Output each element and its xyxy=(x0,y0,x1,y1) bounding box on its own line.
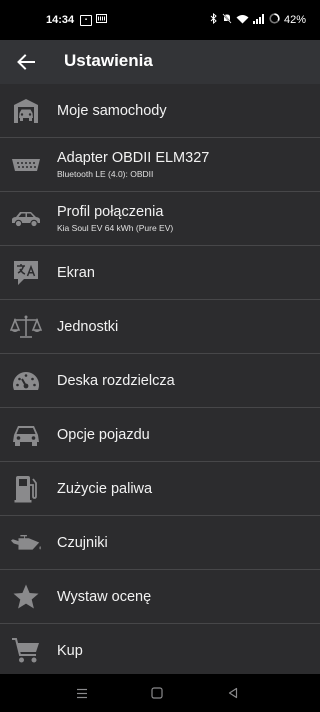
status-time: 14:34 xyxy=(46,14,75,26)
back-button[interactable] xyxy=(12,48,40,76)
settings-list: Moje samochody Adapter OBDII ELM327 Blue… xyxy=(0,84,320,678)
speedometer-icon xyxy=(10,365,42,397)
wifi-icon xyxy=(236,14,249,27)
settings-item-fuel-consumption[interactable]: Zużycie paliwa xyxy=(0,462,320,516)
obd-connector-icon xyxy=(10,149,42,181)
settings-item-vehicle-options[interactable]: Opcje pojazdu xyxy=(0,408,320,462)
settings-item-sensors[interactable]: Czujniki xyxy=(0,516,320,570)
settings-item-label: Moje samochody xyxy=(57,102,167,119)
cart-icon xyxy=(10,635,42,667)
settings-item-my-cars[interactable]: Moje samochody xyxy=(0,84,320,138)
bluetooth-icon xyxy=(210,12,218,27)
fuel-pump-icon xyxy=(10,473,42,505)
garage-icon xyxy=(10,95,42,127)
car-side-icon xyxy=(10,203,42,235)
settings-item-connection-profile[interactable]: Profil połączenia Kia Soul EV 64 kWh (Pu… xyxy=(0,192,320,246)
page-title: Ustawienia xyxy=(64,51,153,70)
settings-item-label: Czujniki xyxy=(57,534,108,551)
settings-item-label: Jednostki xyxy=(57,318,119,335)
star-icon xyxy=(10,581,42,613)
status-system-icons: 42% xyxy=(210,12,306,27)
settings-item-subtitle: Bluetooth LE (4.0): OBDII xyxy=(57,169,154,179)
settings-item-obd-adapter[interactable]: Adapter OBDII ELM327 Bluetooth LE (4.0):… xyxy=(0,138,320,192)
triangle-left-icon xyxy=(228,687,238,699)
settings-item-dashboard[interactable]: Deska rozdzielcza xyxy=(0,354,320,408)
translate-icon xyxy=(10,257,42,289)
settings-item-label: Wystaw ocenę xyxy=(57,588,152,605)
car-front-icon xyxy=(10,419,42,451)
settings-item-label: Adapter OBDII ELM327 xyxy=(57,150,210,166)
recent-apps-button[interactable] xyxy=(74,685,90,701)
mute-icon xyxy=(222,13,232,27)
settings-item-rate[interactable]: Wystaw ocenę xyxy=(0,570,320,624)
settings-item-label: Profil połączenia xyxy=(57,204,164,220)
sim-icon: ▪ xyxy=(80,14,92,26)
signal-icon xyxy=(252,13,265,27)
oil-can-icon xyxy=(10,527,42,559)
settings-item-label: Ekran xyxy=(57,264,95,281)
settings-item-subtitle: Kia Soul EV 64 kWh (Pure EV) xyxy=(57,223,174,233)
arrow-left-icon xyxy=(17,54,35,70)
home-button[interactable] xyxy=(149,685,165,701)
settings-item-label: Deska rozdzielcza xyxy=(57,372,175,389)
menu-icon xyxy=(77,688,87,698)
nfc-icon xyxy=(96,14,107,26)
settings-item-buy[interactable]: Kup xyxy=(0,624,320,678)
settings-item-label: Opcje pojazdu xyxy=(57,426,150,443)
scale-icon xyxy=(10,311,42,343)
settings-item-units[interactable]: Jednostki xyxy=(0,300,320,354)
settings-item-label: Zużycie paliwa xyxy=(57,480,153,497)
status-bar: 14:34 ▪ 42% xyxy=(0,0,320,40)
settings-item-label: Kup xyxy=(57,642,83,659)
status-notification-icons: ▪ xyxy=(80,14,107,26)
square-icon xyxy=(151,687,163,699)
settings-item-display[interactable]: Ekran xyxy=(0,246,320,300)
system-nav-bar xyxy=(0,674,320,712)
battery-percent: 42% xyxy=(283,14,306,26)
back-nav-button[interactable] xyxy=(225,685,241,701)
battery-icon xyxy=(269,13,280,27)
app-bar: Ustawienia xyxy=(0,40,320,84)
